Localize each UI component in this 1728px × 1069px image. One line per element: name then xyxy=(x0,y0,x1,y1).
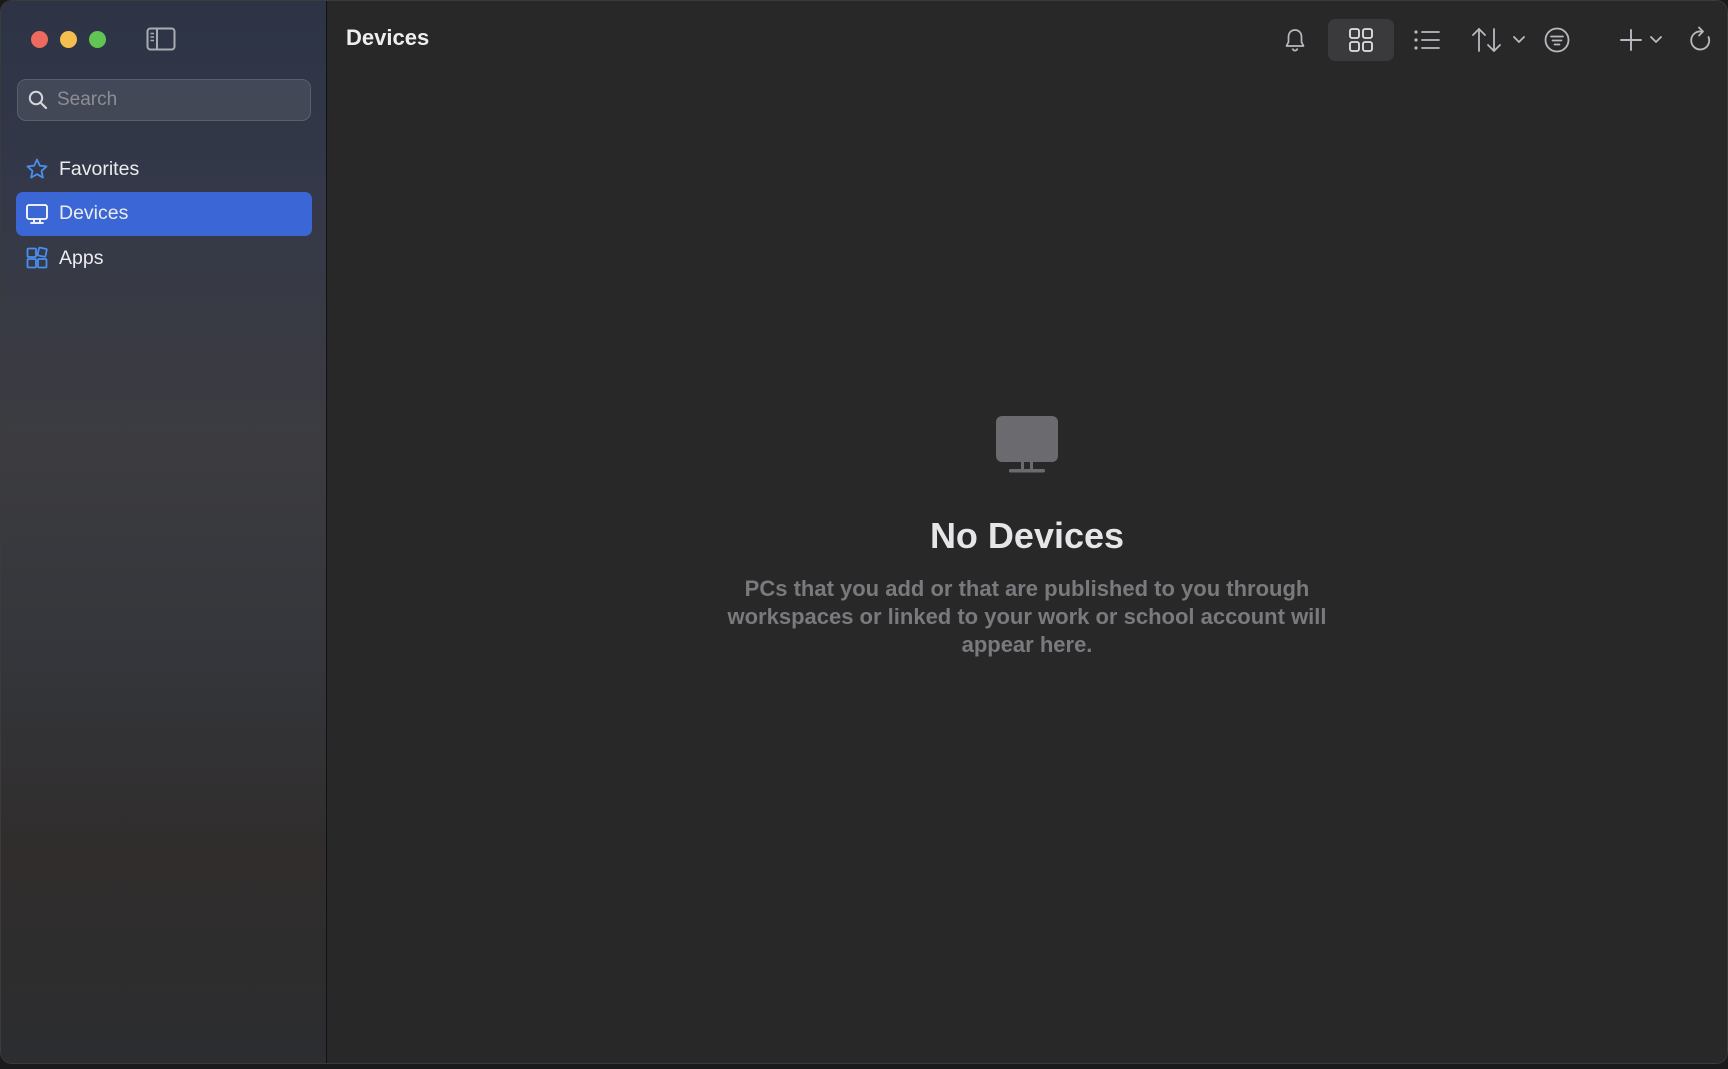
sidebar-item-devices[interactable]: Devices xyxy=(16,191,312,236)
minimize-window-button[interactable] xyxy=(60,31,77,48)
refresh-icon xyxy=(1690,26,1711,51)
empty-state-title: No Devices xyxy=(929,515,1125,556)
chevron-down-icon xyxy=(1513,36,1525,43)
notifications-button[interactable] xyxy=(1273,19,1317,61)
filter-icon xyxy=(1544,27,1570,53)
zoom-window-button[interactable] xyxy=(89,31,106,48)
sidebar-item-apps[interactable]: Apps xyxy=(16,236,312,280)
app-window: Favorites Devices xyxy=(0,0,1728,1064)
sidebar-item-label: Devices xyxy=(59,202,129,224)
filter-button[interactable] xyxy=(1535,19,1579,61)
grid-icon xyxy=(1349,28,1373,52)
sidebar-toggle-button[interactable] xyxy=(145,25,177,53)
main-content: Devices No Devices PCs that you add or t… xyxy=(327,1,1727,1063)
empty-state: No Devices PCs that you add or that are … xyxy=(327,415,1727,659)
sidebar-item-label: Favorites xyxy=(59,157,140,180)
chevron-down-icon xyxy=(1650,36,1662,43)
sort-menu-button[interactable] xyxy=(1465,19,1531,61)
page-title: Devices xyxy=(346,25,430,50)
add-menu-button[interactable] xyxy=(1611,19,1671,61)
search-field[interactable] xyxy=(17,79,311,121)
toolbar xyxy=(1027,19,1727,61)
list-icon xyxy=(1414,30,1440,50)
sidebar-nav: Favorites Devices Apps xyxy=(16,147,312,281)
star-icon xyxy=(26,158,48,179)
apps-icon xyxy=(26,246,48,269)
sidebar-item-label: Apps xyxy=(59,246,104,269)
sidebar-item-favorites[interactable]: Favorites xyxy=(16,147,312,191)
plus-icon xyxy=(1620,29,1642,51)
search-input[interactable] xyxy=(57,89,297,111)
list-view-button[interactable] xyxy=(1403,19,1451,61)
monitor-icon xyxy=(996,416,1058,473)
grid-view-button[interactable] xyxy=(1328,19,1394,61)
monitor-icon xyxy=(26,203,48,224)
search-icon xyxy=(28,90,48,110)
close-window-button[interactable] xyxy=(31,31,48,48)
sidebar: Favorites Devices xyxy=(1,1,327,1063)
bell-icon xyxy=(1285,29,1305,52)
refresh-button[interactable] xyxy=(1679,19,1723,61)
empty-state-description: PCs that you add or that are published t… xyxy=(727,576,1327,657)
sort-arrows-icon xyxy=(1472,28,1501,52)
sidebar-icon xyxy=(146,27,176,51)
window-controls xyxy=(31,31,106,48)
